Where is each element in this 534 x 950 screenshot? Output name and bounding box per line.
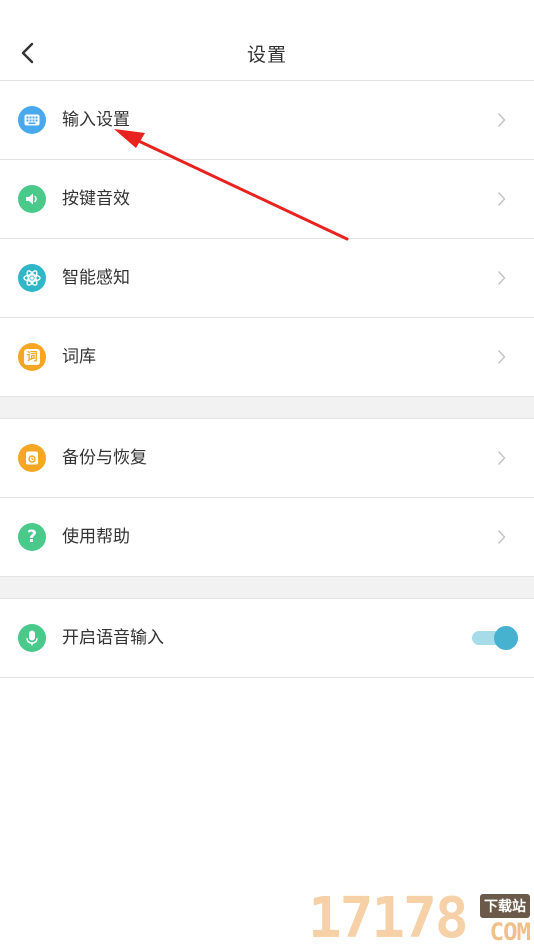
backup-icon — [18, 444, 46, 472]
settings-row-help[interactable]: ? 使用帮助 — [0, 498, 534, 577]
chevron-right-icon — [497, 191, 506, 207]
row-label: 备份与恢复 — [62, 448, 147, 468]
help-icon-glyph: ? — [27, 527, 37, 547]
chevron-right-icon — [497, 450, 506, 466]
settings-row-input-settings[interactable]: 输入设置 — [0, 81, 534, 160]
help-icon: ? — [18, 523, 46, 551]
row-label: 开启语音输入 — [62, 628, 164, 648]
toggle-knob — [494, 626, 518, 650]
atom-icon — [18, 264, 46, 292]
chevron-right-icon — [497, 112, 506, 128]
dictionary-icon-glyph: 词 — [24, 349, 40, 365]
watermark-number: 17178 — [308, 886, 469, 950]
watermark-logo: 17178 下载站 COM — [308, 888, 534, 950]
settings-row-smart-sensing[interactable]: 智能感知 — [0, 239, 534, 318]
row-label: 词库 — [62, 347, 96, 367]
settings-row-voice-input: 开启语音输入 — [0, 599, 534, 678]
page-title: 设置 — [246, 44, 287, 66]
top-bar: 设置 — [0, 0, 534, 81]
row-label: 按键音效 — [62, 189, 130, 209]
keyboard-icon — [18, 106, 46, 134]
settings-row-key-sound[interactable]: 按键音效 — [0, 160, 534, 239]
voice-input-toggle[interactable] — [472, 625, 518, 651]
row-label: 使用帮助 — [62, 527, 130, 547]
watermark-domain: COM — [489, 918, 531, 946]
row-label: 输入设置 — [62, 110, 130, 130]
section-divider — [0, 576, 534, 599]
watermark-badge: 下载站 — [480, 894, 530, 918]
microphone-icon — [18, 624, 46, 652]
settings-row-backup-restore[interactable]: 备份与恢复 — [0, 419, 534, 498]
chevron-right-icon — [497, 529, 506, 545]
dictionary-icon: 词 — [18, 343, 46, 371]
speaker-icon — [18, 185, 46, 213]
settings-row-dictionary[interactable]: 词 词库 — [0, 318, 534, 397]
chevron-right-icon — [497, 349, 506, 365]
row-label: 智能感知 — [62, 268, 130, 288]
section-divider — [0, 396, 534, 419]
settings-screen: 设置 输入设置 按键音效 智能感知 词 词库 备份与恢复 ? 使用帮助 开启语音… — [0, 0, 534, 950]
chevron-right-icon — [497, 270, 506, 286]
